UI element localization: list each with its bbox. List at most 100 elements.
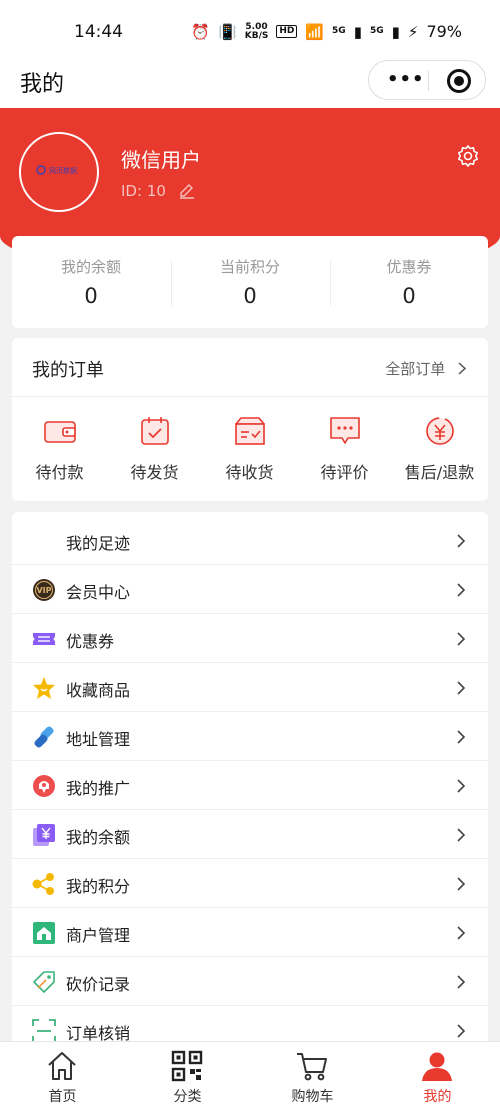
chevron-right-icon <box>457 583 466 597</box>
tab-label: 购物车 <box>291 1089 334 1105</box>
tab-label: 我的 <box>423 1089 452 1105</box>
menu-label: 商户管理 <box>66 926 131 945</box>
chevron-right-icon <box>457 1024 466 1038</box>
tab-mine[interactable]: 我的 <box>375 1042 500 1111</box>
chevron-right-icon <box>457 828 466 842</box>
tab-category[interactable]: 分类 <box>125 1042 250 1111</box>
vip-icon: VIP <box>33 579 55 601</box>
order-label: 待评价 <box>320 463 369 482</box>
scan-icon <box>32 1019 56 1043</box>
menu-label: 砍价记录 <box>66 975 131 994</box>
points-icon <box>32 873 54 895</box>
order-pending-receipt[interactable]: 待收货 <box>202 414 297 484</box>
order-label: 待发货 <box>130 463 179 482</box>
menu-item-coupons[interactable]: 优惠券 <box>12 614 488 663</box>
coupon-icon <box>33 633 55 645</box>
menu-label: 优惠券 <box>66 632 115 651</box>
avatar[interactable]: 网页数据 <box>19 132 99 212</box>
user-icon <box>422 1052 452 1081</box>
order-pending-review[interactable]: 待评价 <box>297 414 392 484</box>
tab-home[interactable]: 首页 <box>0 1042 125 1111</box>
tab-bar: 首页 分类 购物车 我的 <box>0 1041 500 1111</box>
chevron-right-icon <box>457 975 466 989</box>
status-bar: 14:44 ⏰ 📳 5.00 KB/S HD 📶 5G ▮ 5G ▮ ⚡ 79% <box>0 0 500 62</box>
user-name: 微信用户 <box>121 148 201 172</box>
menu-item-bargain[interactable]: 砍价记录 <box>12 957 488 1006</box>
tab-cart[interactable]: 购物车 <box>250 1042 375 1111</box>
chevron-right-icon <box>457 632 466 646</box>
cart-icon <box>297 1053 327 1081</box>
tab-label: 分类 <box>173 1089 202 1105</box>
coupons-value: 0 <box>402 284 416 308</box>
hd-badge: HD <box>276 25 298 38</box>
signal-5g-1: 5G <box>332 26 346 36</box>
order-after-sale[interactable]: 售后/退款 <box>392 414 487 484</box>
net-speed: 5.00 KB/S <box>244 21 269 41</box>
star-icon <box>33 677 55 699</box>
status-icons: ⏰ 📳 5.00 KB/S HD 📶 5G ▮ 5G ▮ ⚡ 79% <box>191 22 462 41</box>
balance-item-coupons[interactable]: 优惠券 0 <box>330 236 488 328</box>
points-value: 0 <box>243 284 257 308</box>
wallet-icon <box>44 421 76 443</box>
menu-item-points[interactable]: 我的积分 <box>12 859 488 908</box>
order-label: 待付款 <box>35 463 84 482</box>
address-icon <box>34 726 54 748</box>
promotion-icon <box>33 775 55 797</box>
orders-title: 我的订单 <box>32 360 104 381</box>
menu-item-promotion[interactable]: 我的推广 <box>12 761 488 810</box>
menu-item-favorites[interactable]: 收藏商品 <box>12 663 488 712</box>
more-dots-icon[interactable]: ••• <box>387 69 425 90</box>
footprint-icon <box>32 529 56 553</box>
menu-item-merchant[interactable]: 商户管理 <box>12 908 488 957</box>
menu-item-vip[interactable]: VIP 会员中心 <box>12 565 488 614</box>
avatar-text: 网页数据 <box>49 167 77 175</box>
battery-level: 79% <box>426 22 462 41</box>
signal-5g-2: 5G <box>369 26 384 36</box>
menu-label: 我的推广 <box>66 779 131 798</box>
box-icon <box>235 417 265 445</box>
menu-label: 我的积分 <box>66 877 131 896</box>
all-orders-label: 全部订单 <box>385 360 446 378</box>
user-id-value: 10 <box>146 182 166 200</box>
balance-value: 0 <box>84 284 98 308</box>
nav-bar: 我的 ••• <box>0 58 500 108</box>
svg-text:VIP: VIP <box>36 586 51 595</box>
order-pending-shipment[interactable]: 待发货 <box>107 414 202 484</box>
orders-divider <box>12 396 488 397</box>
merchant-icon <box>33 922 55 944</box>
qrcode-icon <box>171 1050 203 1082</box>
all-orders-link[interactable]: 全部订单 <box>385 358 467 379</box>
coupons-label: 优惠券 <box>386 258 432 276</box>
target-icon[interactable] <box>447 69 471 93</box>
order-label: 待收货 <box>225 463 274 482</box>
status-time: 14:44 <box>74 22 123 42</box>
refund-icon <box>426 417 454 445</box>
bargain-icon <box>33 971 55 993</box>
order-pending-payment[interactable]: 待付款 <box>12 414 107 484</box>
menu-item-footprint[interactable]: 我的足迹 <box>12 516 488 565</box>
menu-item-balance[interactable]: 我的余额 <box>12 810 488 859</box>
menu-item-address[interactable]: 地址管理 <box>12 712 488 761</box>
menu-label: 收藏商品 <box>66 681 131 700</box>
menu-label: 地址管理 <box>66 730 131 749</box>
balance-card: 我的余额 0 当前积分 0 优惠券 0 <box>12 236 488 328</box>
user-id: ID: 10 <box>121 182 166 200</box>
gear-icon[interactable] <box>456 144 480 168</box>
edit-icon[interactable] <box>178 182 196 200</box>
orders-card: 我的订单 全部订单 待付款 待发货 待收货 待评价 售后/退款 <box>12 338 488 501</box>
chevron-right-icon <box>457 877 466 891</box>
chevron-right-icon <box>457 534 466 548</box>
menu-label: 会员中心 <box>66 583 131 602</box>
menu-label: 我的足迹 <box>66 534 131 553</box>
charging-icon: ⚡ <box>407 22 419 41</box>
signal-icon: ▮ <box>353 22 362 41</box>
balance-item-points[interactable]: 当前积分 0 <box>171 236 329 328</box>
chevron-right-icon <box>457 779 466 793</box>
page-title: 我的 <box>20 72 65 97</box>
tab-label: 首页 <box>48 1089 77 1105</box>
yen-icon <box>33 824 55 846</box>
balance-item-balance[interactable]: 我的余额 0 <box>12 236 170 328</box>
alarm-icon: ⏰ <box>191 22 211 41</box>
signal-icon: ▮ <box>391 22 400 41</box>
comment-icon <box>330 417 360 444</box>
